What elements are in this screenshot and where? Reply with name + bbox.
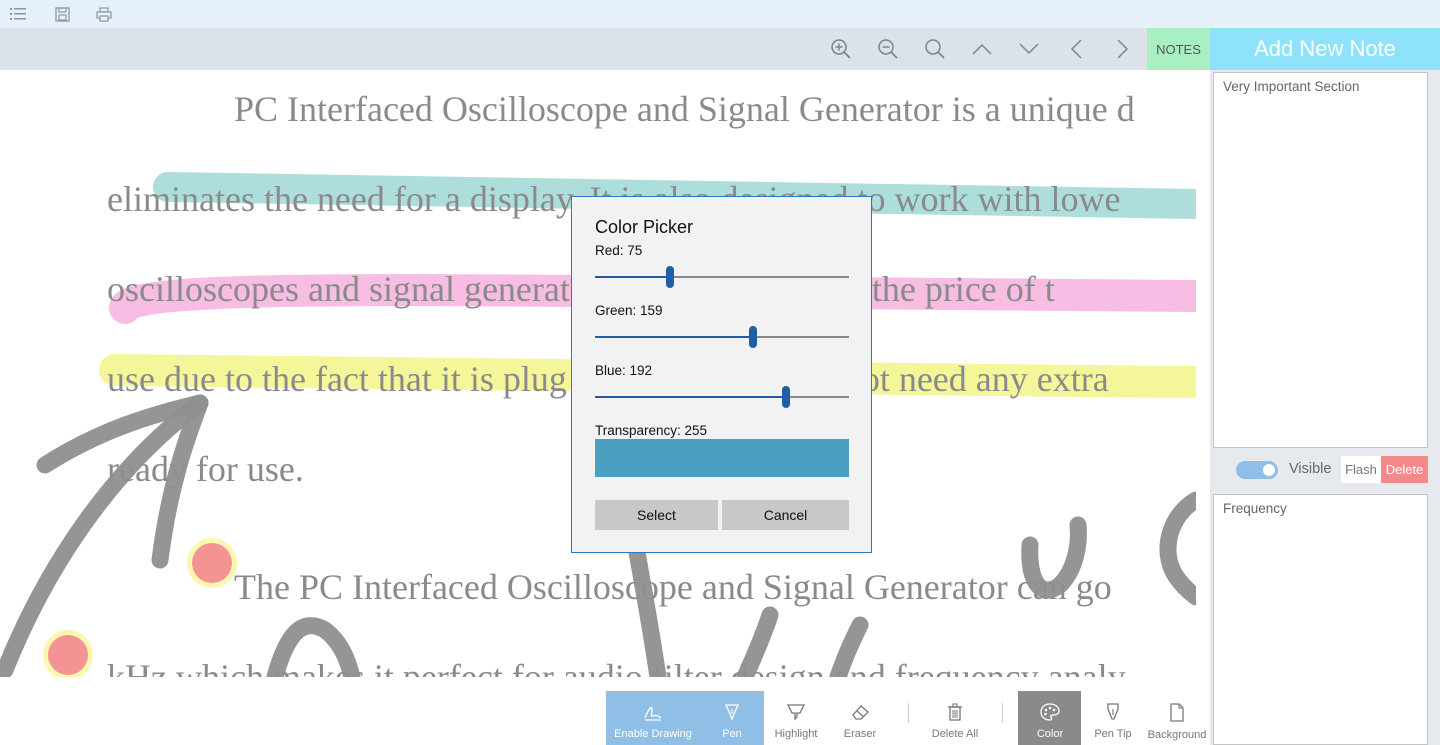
app-window: NOTES PC Interfaced Oscilloscope and Sig…: [0, 0, 1440, 745]
toolbar-divider: [1002, 703, 1003, 723]
notes-tab[interactable]: NOTES: [1147, 28, 1210, 70]
chevron-left-icon[interactable]: [1053, 28, 1099, 70]
eraser-button[interactable]: Eraser: [835, 691, 885, 745]
eraser-label: Eraser: [843, 728, 877, 740]
pen-tip-button[interactable]: Pen Tip: [1088, 691, 1138, 745]
add-new-note-button[interactable]: Add New Note: [1210, 28, 1440, 70]
visible-toggle[interactable]: [1236, 461, 1278, 479]
note-text-area[interactable]: Frequency: [1213, 494, 1428, 745]
title-strip: [0, 0, 1440, 28]
pen-label: Pen: [722, 728, 742, 740]
green-label: Green: 159: [595, 303, 663, 318]
enable-drawing-label: Enable Drawing: [614, 728, 692, 740]
delete-all-label: Delete All: [931, 728, 979, 740]
red-label: Red: 75: [595, 243, 643, 258]
palette-icon: [1040, 703, 1060, 724]
zoom-in-icon[interactable]: [818, 28, 864, 70]
notes-panel: Add New Note Very Important Section Visi…: [1210, 28, 1440, 745]
page-icon: [1169, 703, 1185, 725]
eraser-icon: [850, 703, 870, 724]
slider-thumb[interactable]: [782, 386, 791, 408]
zoom-out-icon[interactable]: [865, 28, 911, 70]
dialog-title: Color Picker: [595, 217, 694, 237]
enable-drawing-button[interactable]: Enable Drawing: [610, 691, 696, 745]
color-label: Color: [1036, 728, 1064, 740]
blue-slider[interactable]: [595, 385, 849, 409]
list-icon[interactable]: [8, 4, 28, 24]
color-preview-swatch: [595, 439, 849, 477]
highlight-label: Highlight: [774, 728, 818, 740]
blue-label: Blue: 192: [595, 363, 653, 378]
color-button[interactable]: Color: [1023, 691, 1077, 745]
trash-icon: [946, 703, 964, 724]
note-text-area[interactable]: Very Important Section: [1213, 72, 1428, 448]
drawing-toolbar: Enable Drawing Pen Highlight Eraser Dele…: [0, 677, 1210, 745]
background-label: Background: [1147, 729, 1207, 741]
visible-label: Visible: [1289, 461, 1332, 477]
delete-all-button[interactable]: Delete All: [922, 691, 988, 745]
slider-thumb[interactable]: [665, 266, 674, 288]
chevron-up-icon[interactable]: [959, 28, 1005, 70]
chevron-right-icon[interactable]: [1100, 28, 1146, 70]
background-button[interactable]: Background: [1145, 691, 1209, 745]
highlight-button[interactable]: Highlight: [768, 691, 824, 745]
pen-icon: [723, 703, 741, 724]
red-slider[interactable]: [595, 265, 849, 289]
navigation-bar: NOTES: [0, 28, 1210, 70]
signature-icon: [643, 703, 663, 724]
green-slider[interactable]: [595, 325, 849, 349]
highlighter-icon: [786, 703, 806, 724]
chevron-down-icon[interactable]: [1006, 28, 1052, 70]
toolbar-divider: [908, 703, 909, 723]
print-icon[interactable]: [94, 4, 114, 24]
flash-button[interactable]: Flash: [1341, 456, 1381, 483]
cancel-button[interactable]: Cancel: [722, 500, 849, 530]
transparency-label: Transparency: 255: [595, 423, 708, 438]
toggle-knob: [1263, 464, 1275, 476]
delete-note-button[interactable]: Delete: [1381, 456, 1428, 483]
pen-tip-label: Pen Tip: [1094, 728, 1132, 740]
pen-button[interactable]: Pen: [707, 691, 757, 745]
marker-dots: [43, 538, 237, 677]
color-picker-dialog: Color Picker Red: 75 Green: 159 Blue: 19…: [571, 196, 872, 553]
select-button[interactable]: Select: [595, 500, 718, 530]
save-icon[interactable]: [52, 4, 72, 24]
slider-thumb[interactable]: [749, 326, 758, 348]
pen-nib-icon: [1105, 703, 1121, 724]
search-icon[interactable]: [912, 28, 958, 70]
